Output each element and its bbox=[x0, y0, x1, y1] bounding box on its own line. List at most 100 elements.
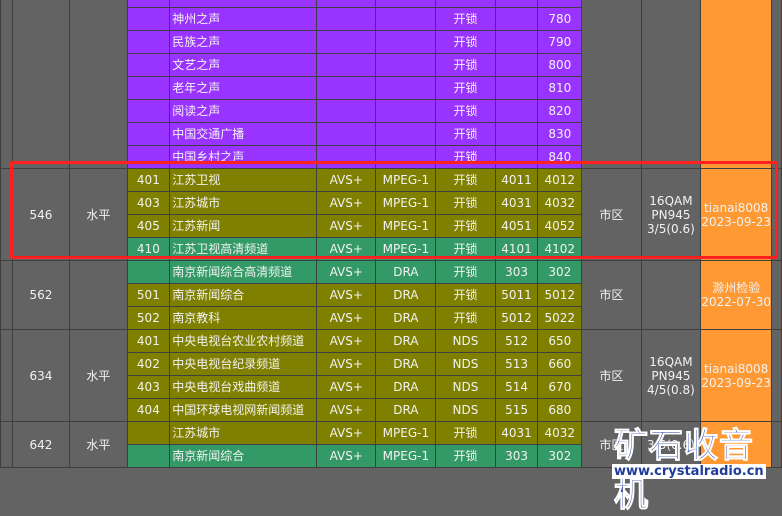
video-format-cell[interactable]: AVS+ bbox=[315, 444, 377, 468]
note-cell[interactable]: 滁州检验 2022-07-30 bbox=[700, 260, 773, 330]
pid-a-cell[interactable] bbox=[494, 7, 539, 31]
audio-format-cell[interactable]: DRA bbox=[375, 398, 437, 422]
pid-a-cell[interactable]: 514 bbox=[494, 375, 539, 399]
pid-b-cell[interactable]: 810 bbox=[537, 76, 583, 100]
ca-cell[interactable] bbox=[435, 0, 496, 8]
channel-number-cell[interactable] bbox=[126, 53, 171, 77]
channel-name-cell[interactable]: 江苏城市 bbox=[169, 191, 317, 215]
channel-number-cell[interactable] bbox=[126, 421, 171, 445]
video-format-cell[interactable]: AVS+ bbox=[315, 421, 377, 445]
ca-cell[interactable]: 开锁 bbox=[435, 191, 496, 215]
video-format-cell[interactable]: AVS+ bbox=[315, 237, 377, 261]
frequency-cell[interactable]: 634 bbox=[11, 329, 71, 422]
video-format-cell[interactable]: AVS+ bbox=[315, 191, 377, 215]
audio-format-cell[interactable] bbox=[375, 7, 437, 31]
polarization-cell[interactable]: 水平 bbox=[69, 329, 128, 422]
pid-a-cell[interactable] bbox=[494, 30, 539, 54]
channel-name-cell[interactable]: 南京新闻综合 bbox=[169, 283, 317, 307]
pid-a-cell[interactable]: 303 bbox=[494, 444, 539, 468]
ca-cell[interactable]: 开锁 bbox=[435, 214, 496, 238]
channel-name-cell[interactable]: 中国环球电视网新闻频道 bbox=[169, 398, 317, 422]
pid-a-cell[interactable]: 4031 bbox=[494, 421, 539, 445]
audio-format-cell[interactable]: MPEG-1 bbox=[375, 191, 437, 215]
channel-name-cell[interactable]: 江苏城市 bbox=[169, 421, 317, 445]
channel-number-cell[interactable]: 403 bbox=[126, 191, 171, 215]
video-format-cell[interactable] bbox=[315, 99, 377, 123]
ca-cell[interactable]: 开锁 bbox=[435, 444, 496, 468]
channel-number-cell[interactable]: 501 bbox=[126, 283, 171, 307]
video-format-cell[interactable] bbox=[315, 76, 377, 100]
audio-format-cell[interactable]: MPEG-1 bbox=[375, 444, 437, 468]
ca-cell[interactable]: 开锁 bbox=[435, 30, 496, 54]
pid-b-cell[interactable]: 4032 bbox=[537, 191, 583, 215]
modulation-cell[interactable] bbox=[640, 0, 702, 169]
edge-cell[interactable] bbox=[771, 0, 782, 169]
pid-a-cell[interactable] bbox=[494, 53, 539, 77]
frequency-cell[interactable]: 562 bbox=[11, 260, 71, 330]
channel-name-cell[interactable]: 中央电视台农业农村频道 bbox=[169, 329, 317, 353]
pid-b-cell[interactable]: 660 bbox=[537, 352, 583, 376]
channel-name-cell[interactable]: 中国乡村之声 bbox=[169, 145, 317, 169]
channel-number-cell[interactable]: 404 bbox=[126, 398, 171, 422]
note-cell[interactable] bbox=[700, 0, 773, 169]
ca-cell[interactable]: NDS bbox=[435, 352, 496, 376]
polarization-cell[interactable] bbox=[69, 0, 128, 169]
pid-b-cell[interactable]: 670 bbox=[537, 375, 583, 399]
ca-cell[interactable]: NDS bbox=[435, 329, 496, 353]
modulation-cell[interactable]: 16QAM PN945 4/5(0.8) bbox=[640, 329, 702, 422]
edge-cell[interactable] bbox=[771, 260, 782, 330]
video-format-cell[interactable]: AVS+ bbox=[315, 283, 377, 307]
video-format-cell[interactable] bbox=[315, 53, 377, 77]
pid-a-cell[interactable]: 5011 bbox=[494, 283, 539, 307]
channel-number-cell[interactable]: 403 bbox=[126, 375, 171, 399]
pid-b-cell[interactable]: 4012 bbox=[537, 168, 583, 192]
video-format-cell[interactable]: AVS+ bbox=[315, 260, 377, 284]
channel-number-cell[interactable] bbox=[126, 260, 171, 284]
channel-name-cell[interactable]: 老年之声 bbox=[169, 76, 317, 100]
ca-cell[interactable]: 开锁 bbox=[435, 283, 496, 307]
pid-b-cell[interactable]: 302 bbox=[537, 260, 583, 284]
area-cell[interactable]: 市区 bbox=[581, 260, 642, 330]
channel-number-cell[interactable]: 401 bbox=[126, 168, 171, 192]
pid-b-cell[interactable]: 5012 bbox=[537, 283, 583, 307]
pid-a-cell[interactable] bbox=[494, 76, 539, 100]
ca-cell[interactable]: 开锁 bbox=[435, 421, 496, 445]
channel-number-cell[interactable] bbox=[126, 30, 171, 54]
audio-format-cell[interactable]: MPEG-1 bbox=[375, 214, 437, 238]
channel-number-cell[interactable] bbox=[126, 145, 171, 169]
pid-b-cell[interactable]: 650 bbox=[537, 329, 583, 353]
pid-b-cell[interactable]: 5022 bbox=[537, 306, 583, 330]
polarization-cell[interactable]: 水平 bbox=[69, 421, 128, 468]
audio-format-cell[interactable] bbox=[375, 53, 437, 77]
video-format-cell[interactable]: AVS+ bbox=[315, 168, 377, 192]
pid-b-cell[interactable]: 780 bbox=[537, 7, 583, 31]
pid-b-cell[interactable]: 790 bbox=[537, 30, 583, 54]
margin-cell[interactable] bbox=[0, 168, 13, 261]
channel-number-cell[interactable] bbox=[126, 7, 171, 31]
ca-cell[interactable]: 开锁 bbox=[435, 76, 496, 100]
pid-a-cell[interactable]: 4101 bbox=[494, 237, 539, 261]
margin-cell[interactable] bbox=[0, 0, 13, 169]
ca-cell[interactable]: 开锁 bbox=[435, 7, 496, 31]
audio-format-cell[interactable]: DRA bbox=[375, 352, 437, 376]
frequency-cell[interactable]: 642 bbox=[11, 421, 71, 468]
video-format-cell[interactable]: AVS+ bbox=[315, 398, 377, 422]
polarization-cell[interactable]: 水平 bbox=[69, 168, 128, 261]
modulation-cell[interactable]: 16QAM PN945 3/5(0.6) bbox=[640, 168, 702, 261]
pid-a-cell[interactable]: 512 bbox=[494, 329, 539, 353]
channel-number-cell[interactable] bbox=[126, 122, 171, 146]
pid-a-cell[interactable]: 4011 bbox=[494, 168, 539, 192]
pid-b-cell[interactable]: 820 bbox=[537, 99, 583, 123]
audio-format-cell[interactable]: MPEG-1 bbox=[375, 168, 437, 192]
ca-cell[interactable]: 开锁 bbox=[435, 260, 496, 284]
margin-cell[interactable] bbox=[0, 260, 13, 330]
channel-number-cell[interactable] bbox=[126, 444, 171, 468]
pid-b-cell[interactable]: 680 bbox=[537, 398, 583, 422]
pid-a-cell[interactable] bbox=[494, 0, 539, 8]
channel-number-cell[interactable] bbox=[126, 0, 171, 8]
pid-a-cell[interactable]: 303 bbox=[494, 260, 539, 284]
channel-name-cell[interactable]: 神州之声 bbox=[169, 7, 317, 31]
polarization-cell[interactable] bbox=[69, 260, 128, 330]
edge-cell[interactable] bbox=[771, 168, 782, 261]
ca-cell[interactable]: 开锁 bbox=[435, 122, 496, 146]
